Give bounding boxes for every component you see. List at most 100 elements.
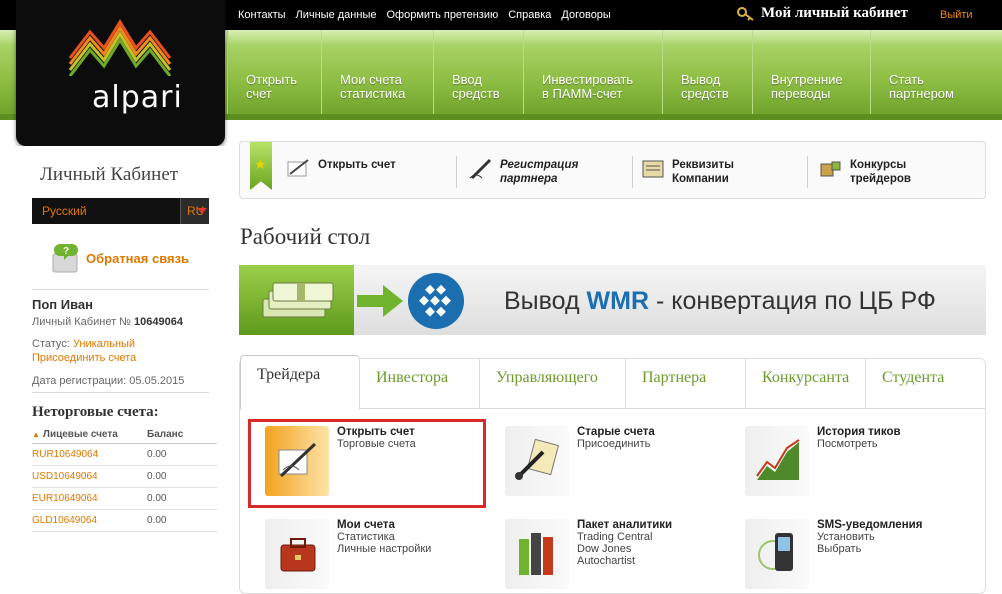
cabinet-number-label: Личный Кабинет № [32,316,131,328]
tile-title: SMS-уведомления [817,519,923,531]
divider [807,156,808,188]
mountains-logo-icon [68,19,172,76]
quick-partner-registration[interactable]: Регистрация партнера [468,158,578,186]
nav-deposit[interactable]: Ввод средств [433,30,523,114]
banner-suffix: - конвертация по ЦБ РФ [649,287,936,315]
tile-sub: Dow Jones [577,543,632,555]
join-accounts-link[interactable]: Присоединить счета [32,352,136,364]
col-balance[interactable]: Баланс [147,429,217,440]
top-link-contacts[interactable]: Контакты [238,9,286,21]
top-link-personal-data[interactable]: Личные данные [296,9,377,21]
tile-old-accounts[interactable]: Старые счета Присоединить [505,426,655,496]
quick-open-account[interactable]: Открыть счет [286,158,396,180]
nav-my-accounts[interactable]: Мои счета статистика [321,30,421,114]
banner-highlight: WMR [586,287,650,315]
language-select[interactable]: Русский RU [32,198,209,224]
table-row: RUR10649064 0.00 [32,444,217,466]
col-accounts[interactable]: ▲ Лицевые счета [32,429,147,440]
pen-paper-icon [505,426,569,496]
tile-sub: Личные настройки [337,543,432,555]
logout-link[interactable]: Выйти [940,9,973,21]
nav-invest-pamm[interactable]: Инвестировать в ПАММ-счет [523,30,662,114]
page-title: Рабочий стол [240,224,371,249]
top-link-help[interactable]: Справка [508,9,551,21]
tile-tick-history[interactable]: История тиков Посмотреть [745,426,901,496]
trophy-icon [820,161,841,177]
divider [32,289,209,290]
account-id[interactable]: USD10649064 [32,471,147,482]
left-sidebar: Личный Кабинет Русский RU ? Обратная свя… [16,146,225,594]
feedback-link[interactable]: ? Обратная связь [52,242,189,274]
star-icon: ★ [254,156,267,172]
key-icon [737,6,754,21]
document-icon [642,160,664,178]
banner-prefix: Вывод [504,287,587,315]
quick-label: Открыть счет [318,159,396,171]
registration-date-label: Дата регистрации: [32,375,127,387]
binders-icon [505,519,569,589]
nav-label: Мои счета [340,72,403,87]
status-value[interactable]: Уникальный [73,338,135,350]
tab-investor[interactable]: Инвестора [360,359,480,409]
table-row: EUR10649064 0.00 [32,488,217,510]
account-balance: 0.00 [147,449,167,460]
top-link-claim[interactable]: Оформить претензию [386,9,498,21]
tile-sub: Выбрать [817,543,862,555]
chevron-down-icon[interactable] [197,208,207,214]
quick-company-details[interactable]: Реквизиты Компании [640,158,734,186]
registration-date-value: 05.05.2015 [129,375,185,387]
account-balance: 0.00 [147,493,167,504]
tile-sub: Trading Central [577,531,653,543]
status-line: Статус: Уникальный [32,338,135,350]
tab-manager[interactable]: Управляющего [480,359,626,409]
sidebar-title: Личный Кабинет [40,164,179,185]
divider [456,156,457,188]
quick-label: Реквизиты [672,159,734,171]
quick-actions-bar: ★ Открыть счет Регистрация партнера Рекви… [239,141,986,199]
my-cabinet-link[interactable]: Мой личный кабинет [737,5,908,22]
tile-sub: Посмотреть [817,438,878,450]
nav-label: статистика [340,86,406,101]
col-accounts-label: Лицевые счета [42,429,118,440]
tile-title: Старые счета [577,426,655,438]
nontrade-accounts-title: Неторговые счета: [32,404,159,420]
nav-label: Инвестировать [542,72,634,87]
account-id[interactable]: RUR10649064 [32,449,147,460]
nav-become-partner[interactable]: Стать партнером [870,30,1002,114]
tab-trader[interactable]: Трейдера [240,355,360,410]
account-id[interactable]: GLD10649064 [32,515,147,526]
account-id[interactable]: EUR10649064 [32,493,147,504]
quick-label: Компании [672,173,729,185]
nav-open-account[interactable]: Открыть счет [227,30,321,114]
tile-sub: Autochartist [577,555,636,567]
nav-withdraw[interactable]: Вывод средств [662,30,752,114]
quick-label: партнера [500,173,558,185]
nav-label: переводы [771,86,831,101]
nav-label: средств [452,86,500,101]
tile-sms-notifications[interactable]: SMS-уведомления Установить Выбрать [745,519,922,589]
banner-text: Вывод WMR - конвертация по ЦБ РФ [504,287,936,316]
wmr-withdraw-banner[interactable]: Вывод WMR - конвертация по ЦБ РФ [239,265,986,335]
status-label: Статус: [32,338,70,350]
language-label: Русский [42,204,87,218]
highlight-box [248,419,486,508]
tile-title: Мои счета [337,519,395,531]
top-link-contracts[interactable]: Договоры [561,9,610,21]
tab-partner[interactable]: Партнера [626,359,746,409]
arrow-right-icon [357,285,403,317]
nav-internal-transfers[interactable]: Внутренние переводы [752,30,870,114]
top-links: Контакты Личные данные Оформить претензи… [238,9,611,21]
quick-trader-contests[interactable]: Конкурсы трейдеров [818,158,911,186]
feedback-label: Обратная связь [86,250,190,266]
tab-contestant[interactable]: Конкурсанта [746,359,866,409]
tile-analytics-package[interactable]: Пакет аналитики Trading Central Dow Jones A… [505,519,672,589]
tile-my-accounts[interactable]: Мои счета Статистика Личные настройки [265,519,431,589]
open-account-icon [287,159,309,177]
nav-label: Внутренние [771,72,843,87]
account-balance: 0.00 [147,515,167,526]
tile-sub: Присоединить [577,438,651,450]
alpari-logo[interactable]: alpari [16,0,225,146]
mobile-phone-icon [745,519,809,589]
tab-student[interactable]: Студента [866,359,985,409]
tile-title: Пакет аналитики [577,519,673,531]
